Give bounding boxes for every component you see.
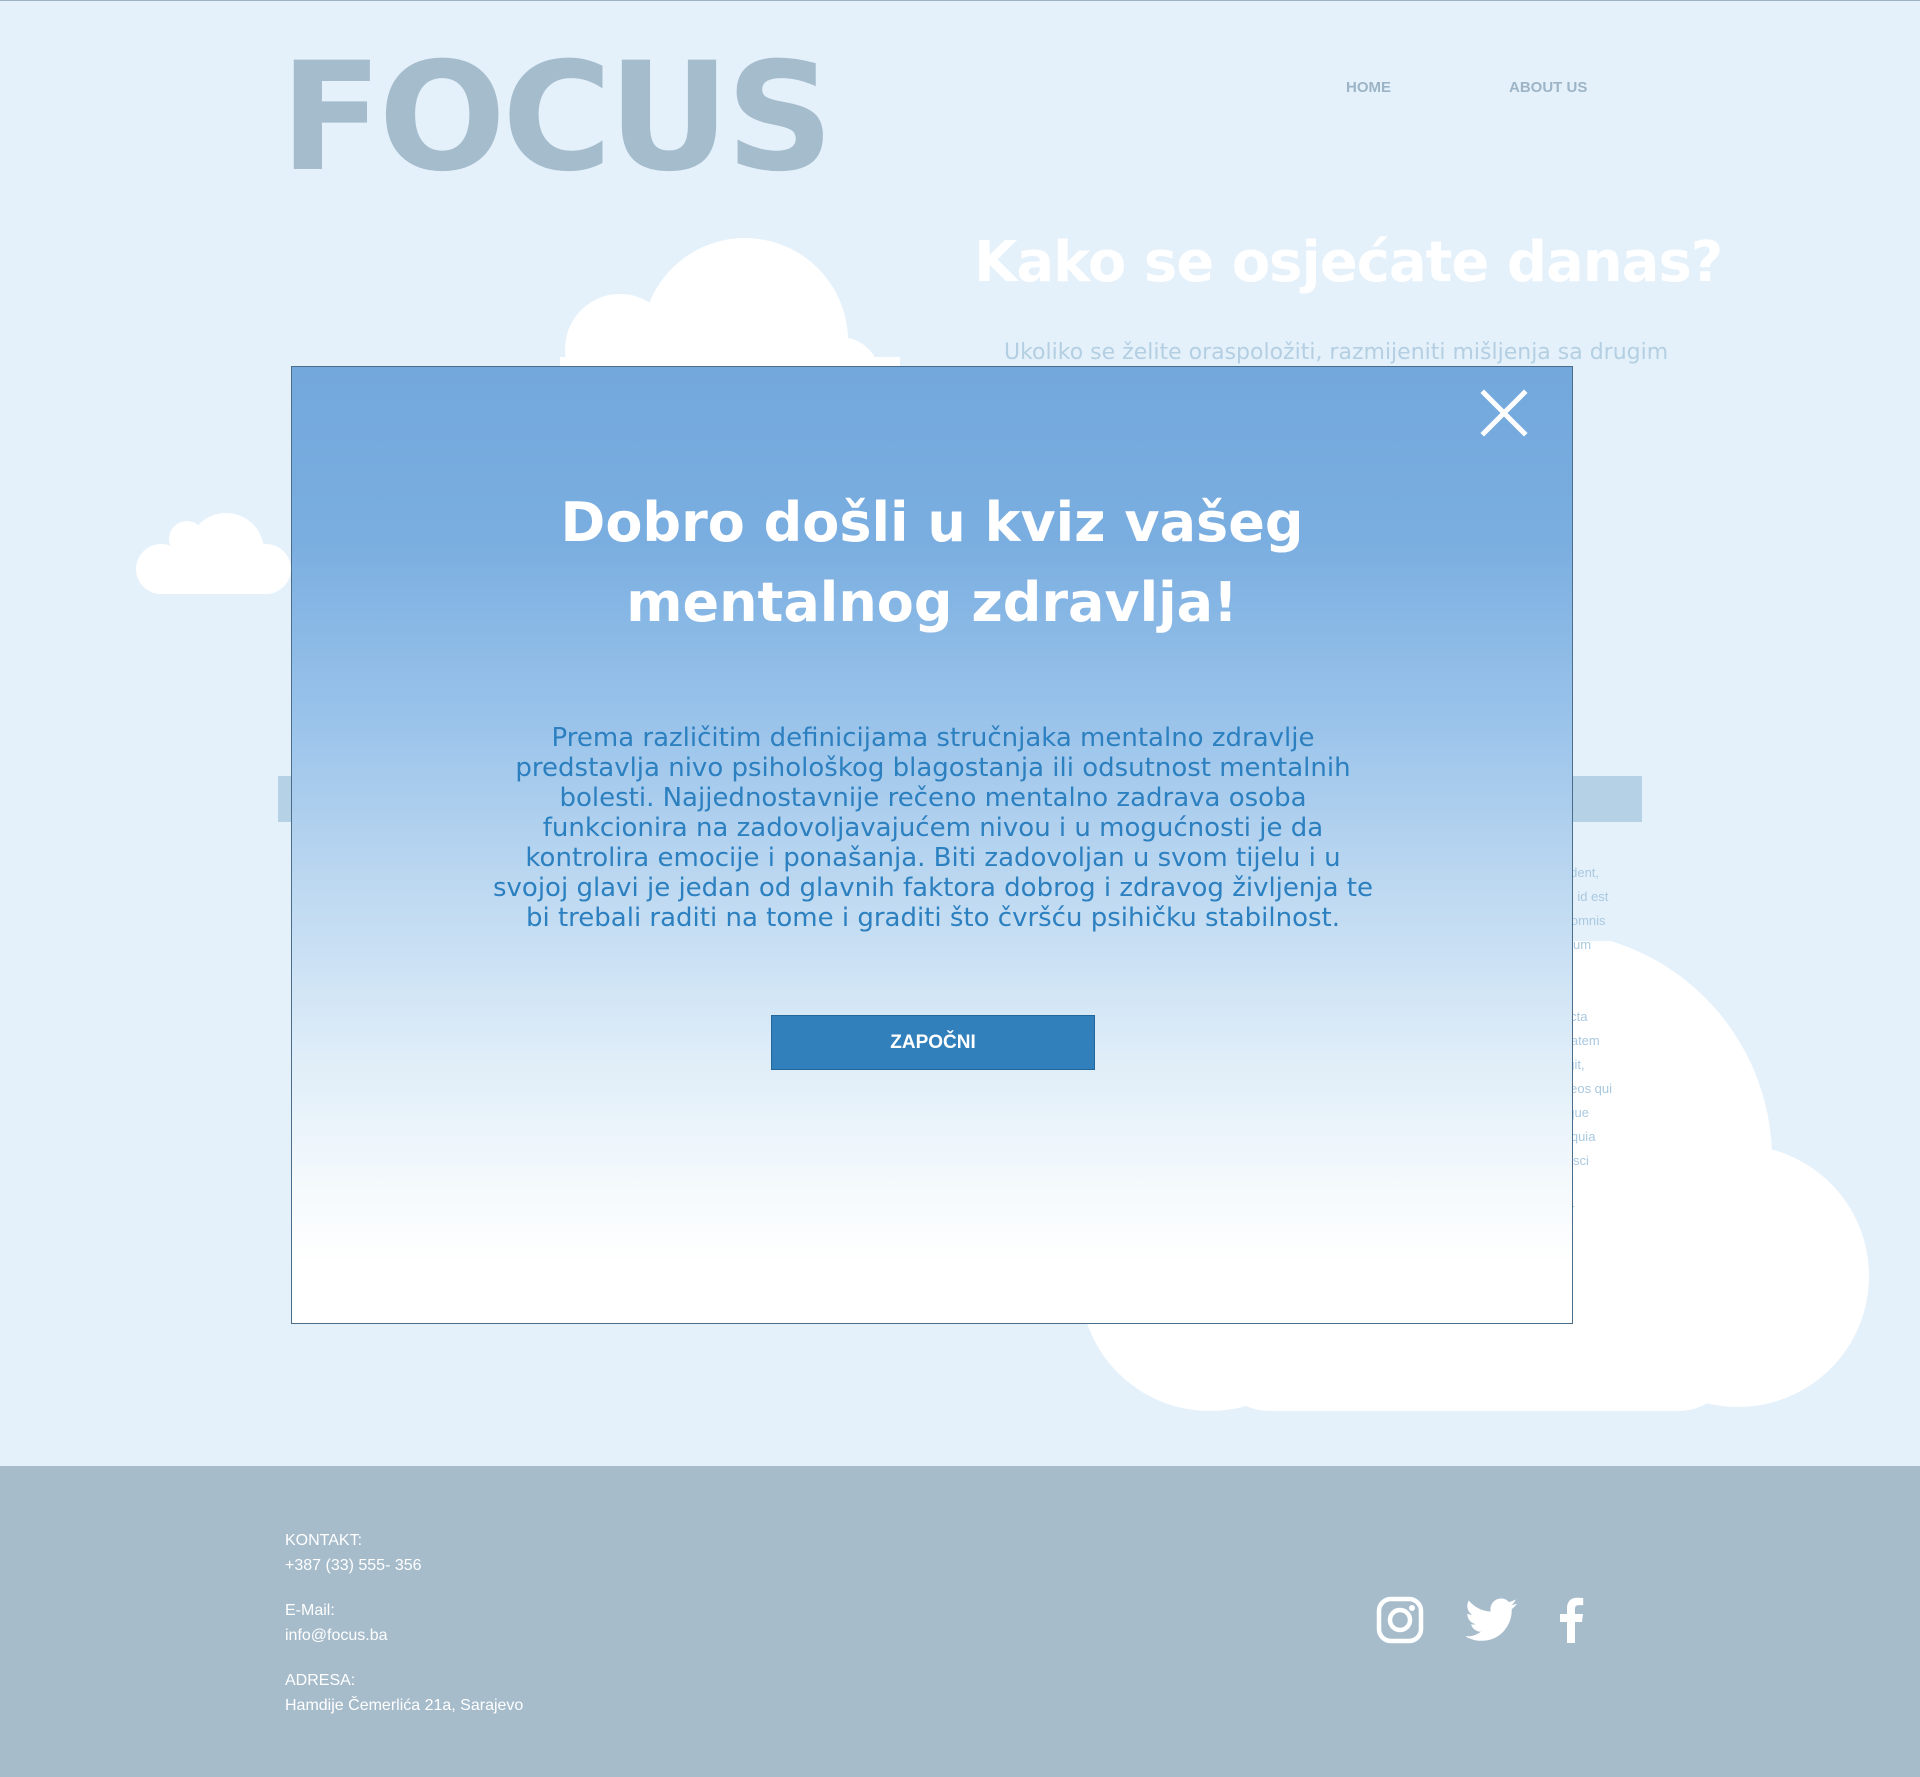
lorem-line: eir	[1560, 1197, 1670, 1221]
modal-title-line: Dobro došli u kviz vašeg	[560, 491, 1304, 554]
contact-label: KONTAKT:	[285, 1532, 363, 1549]
lorem-line: ctium	[1560, 937, 1592, 952]
close-icon	[1480, 389, 1528, 437]
lorem-line: re	[1560, 981, 1670, 1005]
contact-info: KONTAKT: +387 (33) 555- 356 E-Mail: info…	[285, 1528, 523, 1738]
contact-email-group: E-Mail: info@focus.ba	[285, 1598, 523, 1648]
lorem-line: pident,	[1560, 865, 1600, 880]
lorem-line: m	[1560, 957, 1670, 981]
facebook-icon[interactable]	[1558, 1597, 1584, 1643]
twitter-icon[interactable]	[1466, 1598, 1518, 1642]
lorem-line: ptatem	[1560, 1033, 1600, 1048]
close-button[interactable]	[1478, 387, 1530, 439]
instagram-icon[interactable]	[1376, 1596, 1424, 1644]
lorem-line: e omnis	[1560, 913, 1606, 928]
quiz-welcome-modal: Dobro došli u kviz vašeg mentalnog zdrav…	[291, 366, 1573, 1324]
social-links	[1376, 1596, 1584, 1644]
hero-title: Kako se osjećate danas?	[974, 230, 1723, 295]
lorem-line: im id est	[1560, 889, 1609, 904]
modal-title: Dobro došli u kviz vašeg mentalnog zdrav…	[292, 483, 1572, 643]
lorem-line: s eos qui	[1560, 1081, 1613, 1096]
site-logo[interactable]: FOCUS	[280, 43, 834, 193]
cloud-decoration-left	[136, 513, 291, 594]
street-address: Hamdije Čemerlića 21a, Sarajevo	[285, 1697, 524, 1714]
address-label: ADRESA:	[285, 1672, 356, 1689]
site-footer: KONTAKT: +387 (33) 555- 356 E-Mail: info…	[0, 1466, 1920, 1777]
modal-description: Prema različitim definicijama stručnjaka…	[492, 723, 1373, 933]
hero-text: Ukoliko se želite oraspoložiti, razmijen…	[1004, 340, 1669, 365]
background-lorem-text: pident, im id est e omnis ctium m re dic…	[1560, 861, 1670, 1221]
contact-phone-group: KONTAKT: +387 (33) 555- 356	[285, 1528, 523, 1578]
lorem-line: n quia	[1560, 1129, 1596, 1144]
start-quiz-button[interactable]: ZAPOČNI	[771, 1015, 1095, 1070]
email-label: E-Mail:	[285, 1602, 335, 1619]
lorem-line: eque	[1560, 1105, 1589, 1120]
email-address: info@focus.ba	[285, 1627, 388, 1644]
main-nav: HOME ABOUT US	[1346, 79, 1587, 96]
nav-about-link[interactable]: ABOUT US	[1509, 79, 1587, 96]
lorem-line: dicta	[1560, 1009, 1588, 1024]
nav-home-link[interactable]: HOME	[1346, 79, 1391, 96]
lorem-line: ugit,	[1560, 1053, 1670, 1077]
modal-title-line: mentalnog zdravlja!	[626, 571, 1238, 634]
contact-address-group: ADRESA: Hamdije Čemerlića 21a, Sarajevo	[285, 1668, 523, 1718]
phone-number: +387 (33) 555- 356	[285, 1557, 422, 1574]
cloud-decoration-top	[560, 238, 900, 387]
lorem-line: ipisci	[1560, 1153, 1589, 1168]
lorem-line: di	[1560, 1173, 1670, 1197]
